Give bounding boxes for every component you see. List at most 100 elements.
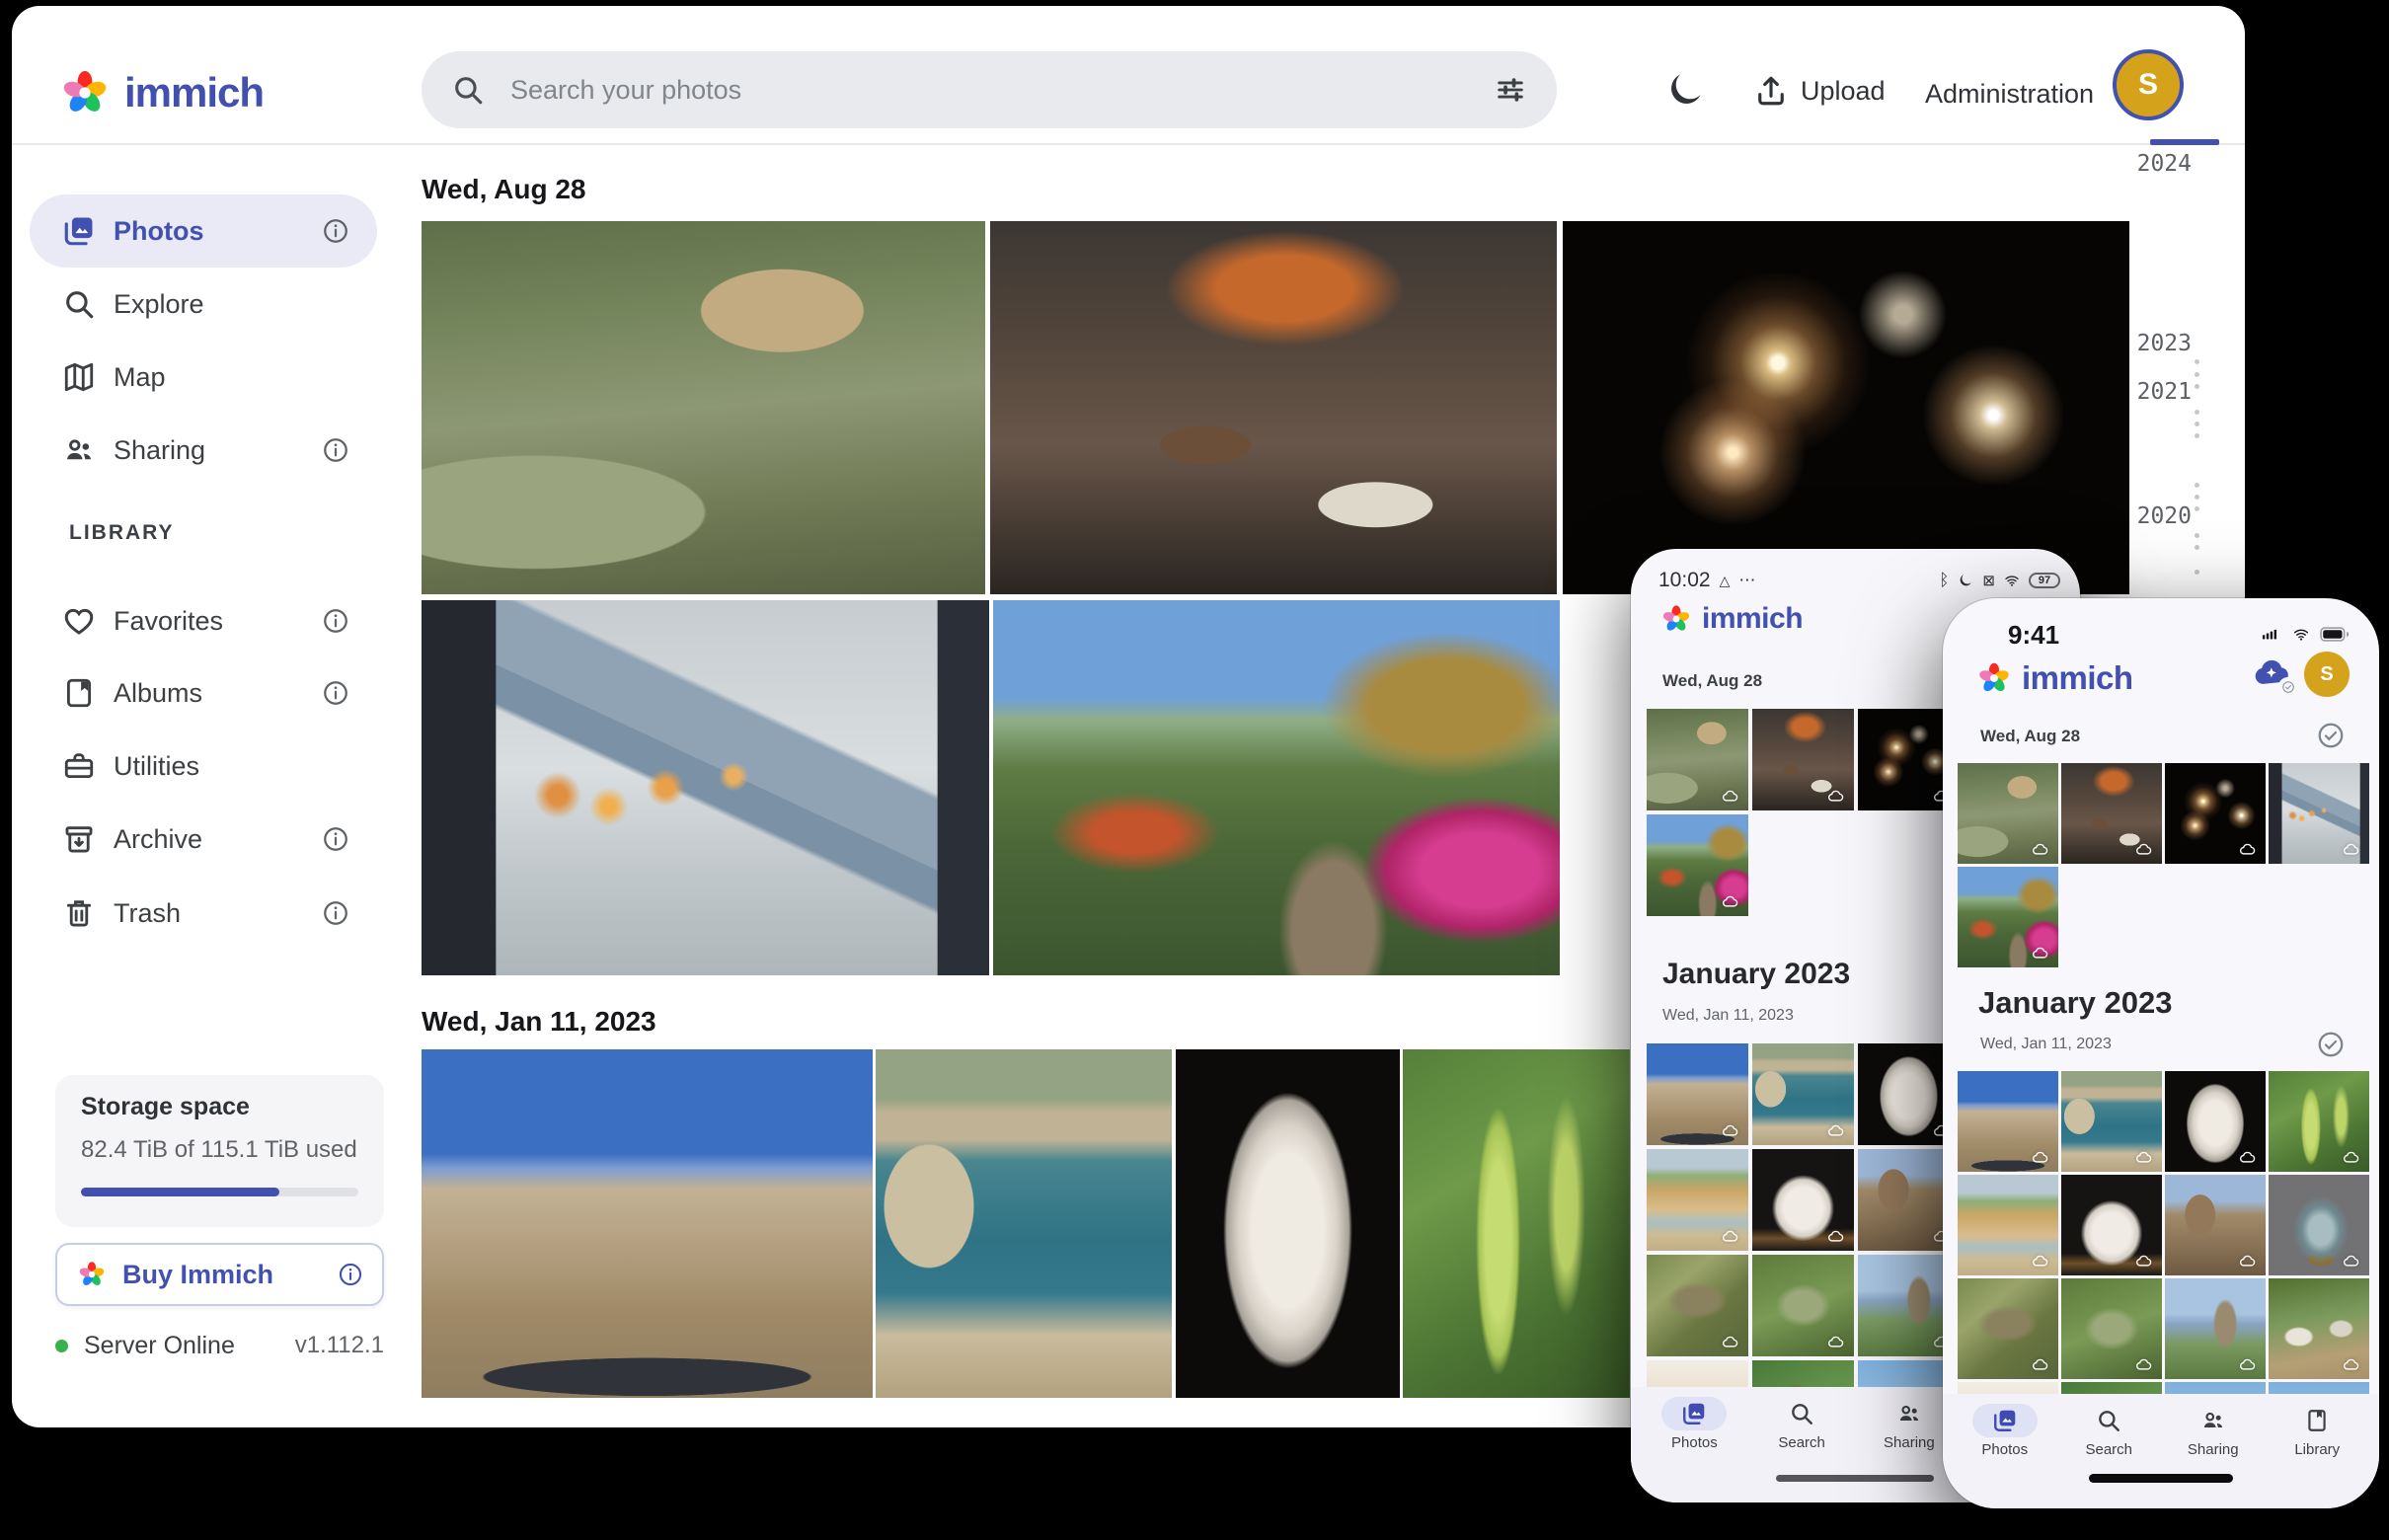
sidebar-item-sharing[interactable]: Sharing <box>30 414 377 487</box>
heart-icon <box>62 604 96 638</box>
sidebar-item-albums[interactable]: Albums <box>30 656 377 730</box>
nav-item-sharing[interactable]: Sharing <box>1877 1397 1942 1451</box>
photo-thumb-dinner[interactable] <box>1752 709 1854 810</box>
dark-mode-toggle-moon-icon[interactable] <box>1664 69 1706 111</box>
bottom-nav-bar: Photos Search Sharing Library <box>1943 1394 2379 1508</box>
sidebar-item-archive[interactable]: Archive <box>30 803 377 876</box>
nav-item-photos[interactable]: Photos <box>1661 1397 1727 1451</box>
app-logo[interactable]: immich <box>59 67 264 118</box>
photo-jungle-monkeys[interactable] <box>422 221 985 594</box>
info-icon[interactable] <box>321 606 350 636</box>
timeline-year-2020[interactable]: 2020 <box>2120 503 2192 529</box>
photo-thumb-monkeys[interactable] <box>1647 709 1748 810</box>
photo-thumb-lizard1[interactable] <box>1958 1278 2058 1379</box>
timeline-year-2024[interactable]: 2024 <box>2120 151 2192 177</box>
timeline-dot <box>2195 506 2199 511</box>
cloud-backup-icon <box>2133 1252 2155 1270</box>
sidebar-item-photos[interactable]: Photos <box>30 194 377 268</box>
photo-thumb-sky[interactable] <box>2165 1382 2266 1394</box>
photo-thumb-sculpture[interactable] <box>2165 1071 2266 1172</box>
select-all-check-icon[interactable] <box>2316 1030 2346 1059</box>
cloud-backup-icon <box>1825 1333 1847 1351</box>
select-all-check-icon[interactable] <box>2316 721 2346 750</box>
photo-thumb-ruins[interactable] <box>2165 1175 2266 1275</box>
photo-thumb-lizard2[interactable] <box>2061 1278 2162 1379</box>
nav-item-sharing[interactable]: Sharing <box>2181 1404 2246 1458</box>
home-indicator[interactable] <box>2089 1474 2233 1483</box>
user-avatar[interactable]: S <box>2304 652 2350 697</box>
photo-thumb-whiterock[interactable] <box>2061 1175 2162 1275</box>
cloud-backup-icon <box>2133 1148 2155 1167</box>
photo-thumb-redgreen[interactable] <box>2061 1382 2162 1394</box>
info-icon[interactable] <box>337 1261 364 1288</box>
photo-thumb-redgreen[interactable] <box>1752 1360 1854 1387</box>
timeline-year-2021[interactable]: 2021 <box>2120 379 2192 405</box>
photo-thumb-park[interactable] <box>1647 814 1748 916</box>
photo-thumb-hands[interactable] <box>2269 763 2369 864</box>
timeline-year-2023[interactable]: 2023 <box>2120 331 2192 356</box>
nav-item-library[interactable]: Library <box>2284 1404 2350 1458</box>
photo-thumb-tan[interactable] <box>1647 1360 1748 1387</box>
photo-thumb-beach[interactable] <box>1647 1149 1748 1251</box>
photo-coastal-town[interactable] <box>876 1049 1172 1398</box>
photo-thumb-fortress[interactable] <box>1647 1043 1748 1145</box>
wifi-icon <box>2004 573 2020 588</box>
cloud-backup-icon <box>1720 1121 1741 1140</box>
photo-thumb-houses[interactable] <box>2269 1278 2369 1379</box>
sidebar-item-favorites[interactable]: Favorites <box>30 584 377 657</box>
photo-green-berries[interactable] <box>1403 1049 1630 1398</box>
photo-thumb-fortress[interactable] <box>1958 1071 2058 1172</box>
photo-grid <box>1958 1071 2369 1394</box>
info-icon[interactable] <box>321 216 350 246</box>
photo-thumb-tower[interactable] <box>2165 1278 2266 1379</box>
photo-thumb-coastal[interactable] <box>2061 1071 2162 1172</box>
photo-autumn-dinner-table[interactable] <box>990 221 1557 594</box>
info-icon[interactable] <box>321 435 350 465</box>
photo-couple-holding-hands[interactable] <box>422 600 989 975</box>
photo-thumb-coastal[interactable] <box>1752 1043 1854 1145</box>
photo-thumb-park[interactable] <box>1958 867 2058 967</box>
backup-cloud-icon[interactable] <box>2249 654 2292 693</box>
nav-item-photos[interactable]: Photos <box>1972 1404 2038 1458</box>
photo-thumb-fireworks[interactable] <box>2165 763 2266 864</box>
cloud-backup-icon <box>2030 840 2051 859</box>
info-icon[interactable] <box>321 824 350 854</box>
photo-thumb-silver[interactable] <box>2269 1175 2369 1275</box>
photos-icon <box>62 214 96 248</box>
home-indicator[interactable] <box>1776 1475 1934 1482</box>
photo-thumb-berries[interactable] <box>2269 1071 2369 1172</box>
administration-link[interactable]: Administration <box>1925 79 2094 110</box>
sidebar-item-explore[interactable]: Explore <box>30 268 377 341</box>
sidebar-item-map[interactable]: Map <box>30 341 377 414</box>
timeline-dot <box>2195 422 2199 426</box>
search-filter-icon[interactable] <box>1494 73 1527 107</box>
user-avatar[interactable]: S <box>2113 49 2184 120</box>
app-logo: immich <box>1976 659 2133 697</box>
info-icon[interactable] <box>321 678 350 708</box>
photo-thumb-dinner[interactable] <box>2061 763 2162 864</box>
photo-fireworks-night[interactable] <box>1563 221 2129 594</box>
photo-marble-bust[interactable] <box>1176 1049 1400 1398</box>
app-logo-text: immich <box>1702 602 1803 636</box>
upload-button[interactable]: Upload <box>1753 73 1886 109</box>
photo-thumb-sky[interactable] <box>2269 1382 2369 1394</box>
photo-thumb-lizard1[interactable] <box>1647 1255 1748 1356</box>
photo-thumb-tan[interactable] <box>1958 1382 2058 1394</box>
info-icon[interactable] <box>321 898 350 928</box>
photo-fortress-walls[interactable] <box>422 1049 873 1398</box>
buy-immich-button[interactable]: Buy Immich <box>55 1243 384 1306</box>
photo-thumb-monkeys[interactable] <box>1958 763 2058 864</box>
sidebar-item-trash[interactable]: Trash <box>30 877 377 950</box>
storage-progress-fill <box>81 1188 279 1196</box>
photo-thumb-beach[interactable] <box>1958 1175 2058 1275</box>
sidebar-item-utilities[interactable]: Utilities <box>30 730 377 803</box>
photo-thumb-whiterock[interactable] <box>1752 1149 1854 1251</box>
search-input[interactable]: Search your photos <box>422 51 1557 128</box>
battery-icon <box>2320 627 2350 642</box>
month-header: January 2023 <box>1978 985 2172 1021</box>
timeline-dot <box>2195 384 2199 389</box>
photo-autumn-park-path[interactable] <box>993 600 1560 975</box>
nav-item-search[interactable]: Search <box>1769 1397 1834 1451</box>
nav-item-search[interactable]: Search <box>2076 1404 2141 1458</box>
photo-thumb-lizard2[interactable] <box>1752 1255 1854 1356</box>
